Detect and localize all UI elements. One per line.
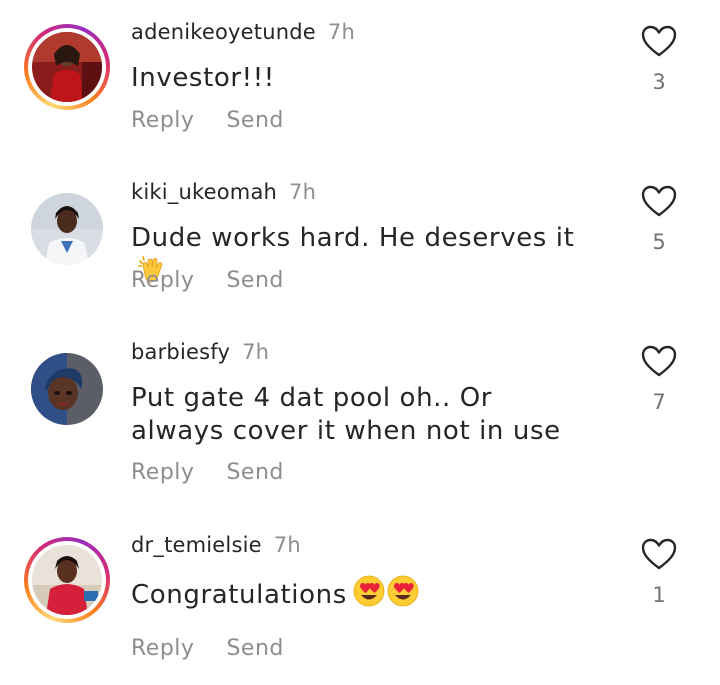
send-button[interactable]: Send	[226, 108, 283, 133]
avatar	[31, 193, 103, 265]
avatar-container[interactable]	[24, 186, 110, 272]
comment-timestamp: 7h	[289, 180, 317, 204]
comment-timestamp: 7h	[327, 20, 355, 44]
comment-username[interactable]: barbiesfy	[131, 340, 230, 364]
heart-outline-icon[interactable]	[640, 537, 678, 571]
like-count: 1	[652, 583, 666, 607]
heart-outline-icon[interactable]	[640, 184, 678, 218]
reply-button[interactable]: Reply	[131, 268, 194, 293]
avatar-image	[31, 353, 103, 425]
story-ring[interactable]	[24, 24, 110, 110]
avatar-image	[32, 32, 102, 102]
avatar	[32, 32, 102, 102]
comment-timestamp: 7h	[273, 533, 301, 557]
avatar-image	[32, 545, 102, 615]
like-count: 5	[652, 230, 666, 254]
avatar	[31, 353, 103, 425]
avatar-container[interactable]	[24, 346, 110, 432]
story-ring[interactable]	[24, 537, 110, 623]
send-button[interactable]: Send	[226, 636, 283, 661]
heart-outline-icon[interactable]	[640, 24, 678, 58]
comment-text: Put gate 4 dat pool oh.. Or always cover…	[131, 383, 561, 446]
avatar	[32, 545, 102, 615]
reply-button[interactable]: Reply	[131, 460, 194, 485]
comment-text: Investor!!!	[131, 63, 275, 93]
like-count: 7	[652, 390, 666, 414]
heart-eyes-emoji-icon	[353, 575, 419, 616]
comment-text: Congratulations	[131, 580, 347, 610]
comment-text: Dude works hard. He deserves it	[131, 223, 575, 253]
comment-timestamp: 7h	[242, 340, 270, 364]
send-button[interactable]: Send	[226, 268, 283, 293]
comment-username[interactable]: kiki_ukeomah	[131, 180, 277, 204]
comment-username[interactable]: adenikeoyetunde	[131, 20, 316, 44]
like-count: 3	[652, 70, 666, 94]
reply-button[interactable]: Reply	[131, 636, 194, 661]
heart-outline-icon[interactable]	[640, 344, 678, 378]
comment-username[interactable]: dr_temielsie	[131, 533, 262, 557]
reply-button[interactable]: Reply	[131, 108, 194, 133]
avatar-image	[31, 193, 103, 265]
send-button[interactable]: Send	[226, 460, 283, 485]
